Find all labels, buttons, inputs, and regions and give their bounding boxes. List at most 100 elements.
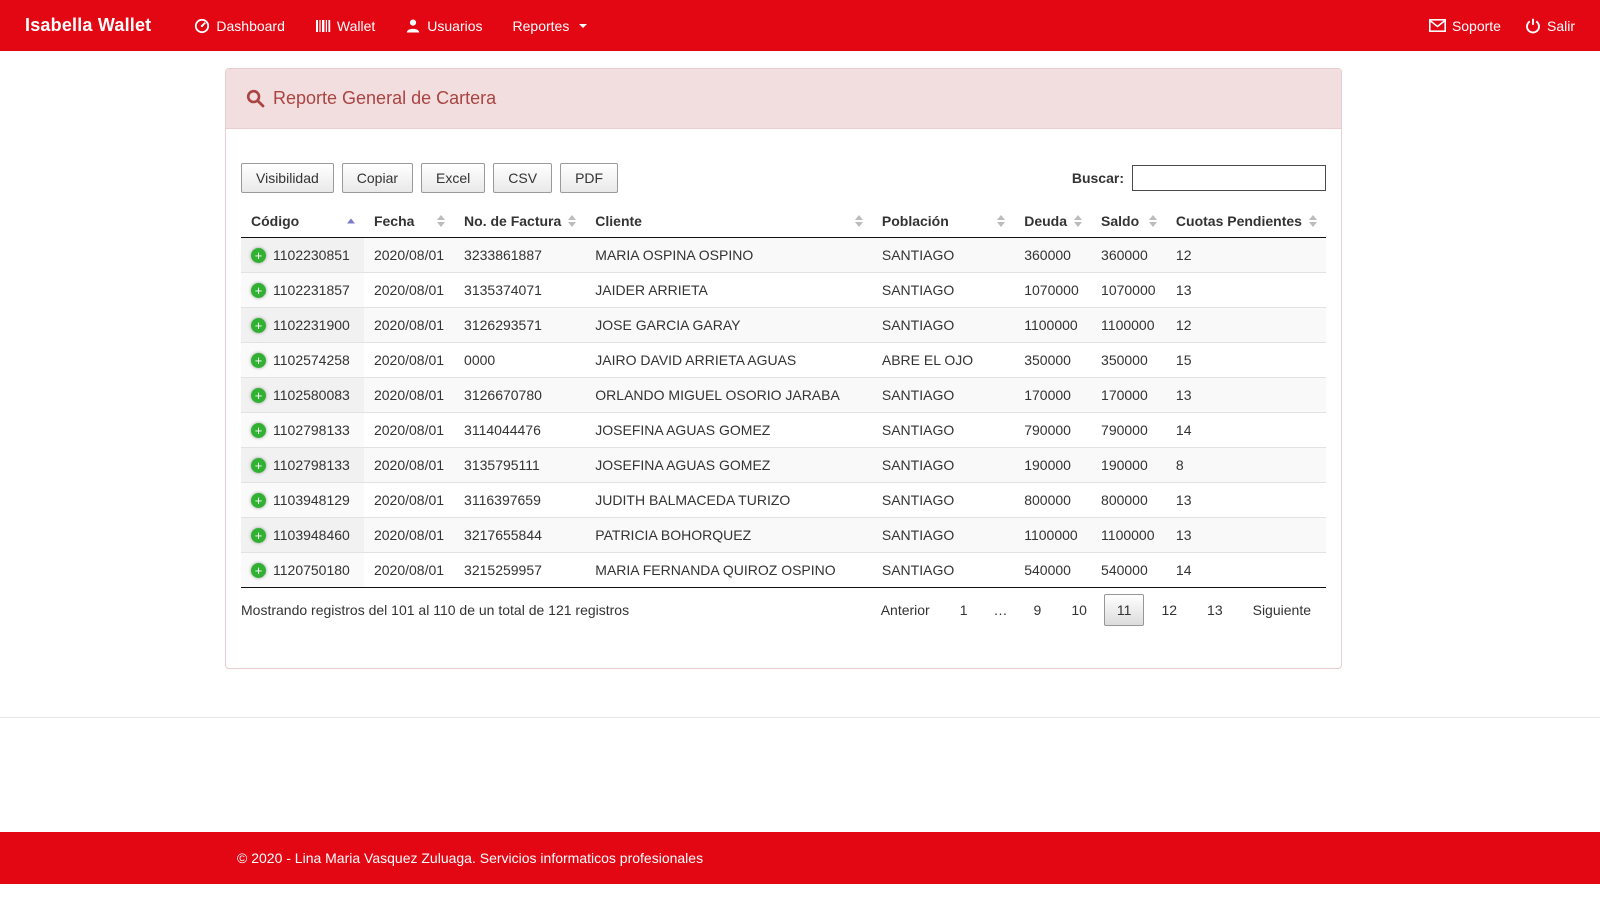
cell-poblacion: ABRE EL OJO xyxy=(872,343,1014,378)
cell-fecha: 2020/08/01 xyxy=(364,413,454,448)
expand-row-icon[interactable] xyxy=(251,423,266,438)
cell-cuotas: 12 xyxy=(1166,238,1326,273)
pagination-item[interactable]: 12 xyxy=(1148,594,1190,626)
cell-deuda: 540000 xyxy=(1014,553,1091,588)
cell-fecha: 2020/08/01 xyxy=(364,238,454,273)
export-button[interactable]: PDF xyxy=(560,163,618,193)
export-button[interactable]: Copiar xyxy=(342,163,413,193)
pagination-item[interactable]: 11 xyxy=(1104,594,1145,626)
cell-saldo: 800000 xyxy=(1091,483,1166,518)
export-button[interactable]: CSV xyxy=(493,163,552,193)
cell-saldo: 1100000 xyxy=(1091,518,1166,553)
cell-deuda: 790000 xyxy=(1014,413,1091,448)
cell-cuotas: 8 xyxy=(1166,448,1326,483)
sort-icon xyxy=(1309,215,1317,227)
table-row: 1103948460 2020/08/01 3217655844 PATRICI… xyxy=(241,518,1326,553)
pagination-item[interactable]: 9 xyxy=(1021,594,1055,626)
expand-row-icon[interactable] xyxy=(251,283,266,298)
expand-row-icon[interactable] xyxy=(251,353,266,368)
column-header-factura[interactable]: No. de Factura xyxy=(454,205,585,238)
sort-icon xyxy=(568,215,576,227)
cell-cliente: PATRICIA BOHORQUEZ xyxy=(585,518,872,553)
pagination-item: … xyxy=(985,594,1017,626)
column-header-deuda[interactable]: Deuda xyxy=(1014,205,1091,238)
cell-factura: 3126293571 xyxy=(454,308,585,343)
pagination-item[interactable]: Siguiente xyxy=(1240,594,1324,626)
nav-item-soporte[interactable]: Soporte xyxy=(1417,0,1513,51)
column-header-cuotas[interactable]: Cuotas Pendientes xyxy=(1166,205,1326,238)
sort-icon xyxy=(855,215,863,227)
nav-item-label: Reportes xyxy=(513,18,570,34)
barcode-icon xyxy=(315,18,331,34)
expand-row-icon[interactable] xyxy=(251,388,266,403)
pagination: Anterior 1 … 9 10 11 12 13 Siguiente xyxy=(866,594,1326,626)
cell-codigo: 1102798133 xyxy=(241,413,364,448)
column-header-codigo[interactable]: Código xyxy=(241,205,364,238)
caret-down-icon xyxy=(579,24,587,28)
pagination-item[interactable]: 1 xyxy=(947,594,981,626)
table-row: 1102580083 2020/08/01 3126670780 ORLANDO… xyxy=(241,378,1326,413)
cell-poblacion: SANTIAGO xyxy=(872,378,1014,413)
column-header-saldo[interactable]: Saldo xyxy=(1091,205,1166,238)
brand[interactable]: Isabella Wallet xyxy=(25,15,151,36)
nav-item-wallet[interactable]: Wallet xyxy=(300,0,390,51)
expand-row-icon[interactable] xyxy=(251,563,266,578)
cell-cuotas: 15 xyxy=(1166,343,1326,378)
panel-heading: Reporte General de Cartera xyxy=(226,69,1341,129)
search-input[interactable] xyxy=(1132,165,1326,191)
cell-cliente: JAIRO DAVID ARRIETA AGUAS xyxy=(585,343,872,378)
export-button[interactable]: Excel xyxy=(421,163,485,193)
nav-item-reportes[interactable]: Reportes xyxy=(498,0,603,51)
cell-saldo: 1070000 xyxy=(1091,273,1166,308)
cell-deuda: 190000 xyxy=(1014,448,1091,483)
table-row: 1102798133 2020/08/01 3114044476 JOSEFIN… xyxy=(241,413,1326,448)
table-row: 1102574258 2020/08/01 0000 JAIRO DAVID A… xyxy=(241,343,1326,378)
pagination-item[interactable]: 10 xyxy=(1058,594,1100,626)
column-header-cliente[interactable]: Cliente xyxy=(585,205,872,238)
cell-fecha: 2020/08/01 xyxy=(364,518,454,553)
column-header-fecha[interactable]: Fecha xyxy=(364,205,454,238)
export-button[interactable]: Visibilidad xyxy=(241,163,334,193)
nav-item-dashboard[interactable]: Dashboard xyxy=(179,0,300,51)
nav-item-salir[interactable]: Salir xyxy=(1513,0,1575,51)
table-header-row: Código Fecha No. de Factura Cliente Pobl… xyxy=(241,205,1326,238)
cell-poblacion: SANTIAGO xyxy=(872,553,1014,588)
table-row: 1102230851 2020/08/01 3233861887 MARIA O… xyxy=(241,238,1326,273)
sort-icon xyxy=(1149,215,1157,227)
cell-poblacion: SANTIAGO xyxy=(872,308,1014,343)
cell-fecha: 2020/08/01 xyxy=(364,273,454,308)
expand-row-icon[interactable] xyxy=(251,318,266,333)
expand-row-icon[interactable] xyxy=(251,458,266,473)
nav-item-usuarios[interactable]: Reportes Usuarios xyxy=(390,0,497,51)
datatable-toolbar: Visibilidad Copiar Excel CSV PDF Buscar: xyxy=(241,163,1326,193)
expand-row-icon[interactable] xyxy=(251,493,266,508)
cell-fecha: 2020/08/01 xyxy=(364,448,454,483)
cell-codigo: 1120750180 xyxy=(241,553,364,588)
user-icon xyxy=(405,18,421,34)
pagination-item[interactable]: 13 xyxy=(1194,594,1236,626)
navbar: Isabella Wallet Dashboard Wallet Reporte… xyxy=(0,0,1600,51)
cell-poblacion: SANTIAGO xyxy=(872,273,1014,308)
cell-codigo: 1102580083 xyxy=(241,378,364,413)
expand-row-icon[interactable] xyxy=(251,528,266,543)
table-row: 1102798133 2020/08/01 3135795111 JOSEFIN… xyxy=(241,448,1326,483)
cell-poblacion: SANTIAGO xyxy=(872,518,1014,553)
power-icon xyxy=(1525,18,1541,34)
sort-icon xyxy=(437,215,445,227)
expand-row-icon[interactable] xyxy=(251,248,266,263)
pagination-item[interactable]: Anterior xyxy=(868,594,943,626)
cell-cliente: JOSEFINA AGUAS GOMEZ xyxy=(585,448,872,483)
cell-deuda: 360000 xyxy=(1014,238,1091,273)
panel-body: Visibilidad Copiar Excel CSV PDF Buscar: xyxy=(226,129,1341,668)
table-row: 1103948129 2020/08/01 3116397659 JUDITH … xyxy=(241,483,1326,518)
table-row: 1102231900 2020/08/01 3126293571 JOSE GA… xyxy=(241,308,1326,343)
cell-fecha: 2020/08/01 xyxy=(364,308,454,343)
cell-cliente: JUDITH BALMACEDA TURIZO xyxy=(585,483,872,518)
column-header-poblacion[interactable]: Población xyxy=(872,205,1014,238)
footer: © 2020 - Lina Maria Vasquez Zuluaga. Ser… xyxy=(0,832,1600,884)
sort-icon xyxy=(1074,215,1082,227)
cell-cuotas: 13 xyxy=(1166,378,1326,413)
cell-deuda: 170000 xyxy=(1014,378,1091,413)
cell-cuotas: 12 xyxy=(1166,308,1326,343)
cell-poblacion: SANTIAGO xyxy=(872,448,1014,483)
